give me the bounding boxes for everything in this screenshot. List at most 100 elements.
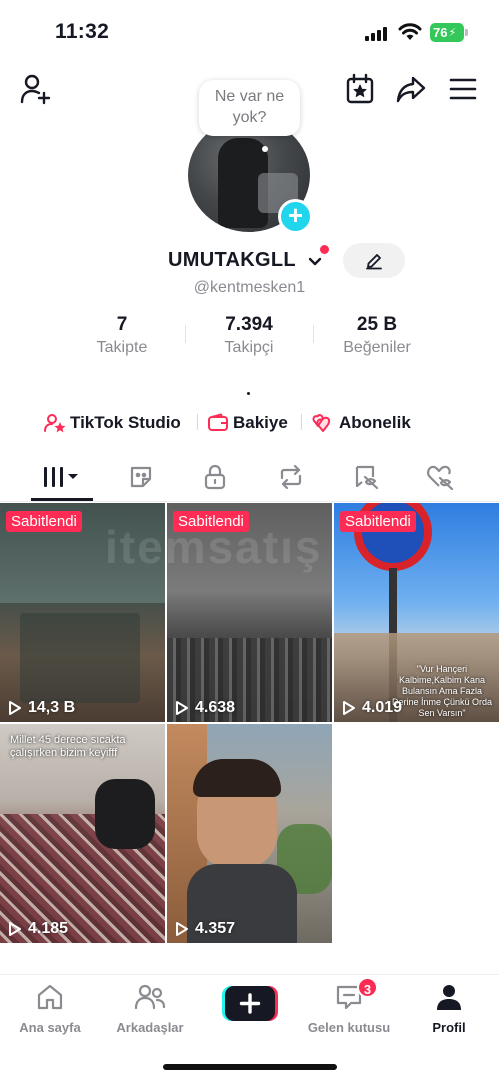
play-icon	[343, 701, 355, 715]
video-views: 4.638	[175, 699, 235, 717]
nav-profile[interactable]: Profil	[399, 983, 499, 1035]
profile-person-icon	[437, 985, 461, 1010]
tile-background-person	[95, 779, 155, 849]
status-time: 11:32	[55, 20, 110, 43]
tab-liked[interactable]	[410, 454, 472, 500]
tab-videos[interactable]	[31, 454, 93, 500]
home-indicator	[163, 1064, 337, 1070]
bio-text	[247, 392, 250, 395]
hamburger-menu-icon	[449, 78, 477, 100]
video-caption: Millet 45 derece sıcakta çalışırken bizi…	[10, 734, 126, 759]
cellular-signal-icon	[365, 27, 389, 41]
active-tab-indicator	[31, 498, 93, 501]
watermark: itemsatış	[105, 521, 323, 573]
link-separator	[301, 414, 302, 430]
video-views: 4.185	[8, 920, 68, 938]
play-icon	[176, 922, 188, 936]
video-views-count: 4.638	[195, 699, 236, 716]
stat-likes-label: Beğeniler	[343, 339, 411, 356]
menu-button[interactable]	[446, 72, 480, 106]
tiktok-studio-label: TikTok Studio	[70, 413, 181, 432]
wifi-icon	[398, 23, 422, 40]
tab-tagged[interactable]	[336, 454, 398, 500]
video-views: 14,3 B	[8, 699, 75, 717]
play-icon	[176, 701, 188, 715]
inbox-badge: 3	[357, 977, 378, 998]
balance-link[interactable]: Bakiye	[207, 412, 288, 434]
share-profile-button[interactable]	[394, 72, 428, 106]
add-story-button[interactable]: +	[278, 199, 313, 234]
stat-likes-value: 25 B	[356, 314, 398, 335]
link-separator	[197, 414, 198, 430]
video-tile[interactable]: Millet 45 derece sıcakta çalışırken bizi…	[0, 724, 165, 943]
tab-private[interactable]	[184, 454, 246, 500]
video-tile[interactable]: Sabitlendi "Vur Hançeri Kalbime,Kalbim K…	[334, 503, 499, 722]
note-bubble-tail	[262, 146, 268, 152]
video-tile[interactable]: 4.357	[167, 724, 332, 943]
status-bar: 11:32 76 ⚡	[0, 0, 499, 60]
create-button[interactable]	[222, 986, 278, 1021]
tiktok-studio-link[interactable]: TikTok Studio	[44, 412, 181, 434]
stat-divider	[313, 325, 314, 343]
edit-profile-button[interactable]	[343, 243, 405, 278]
video-views-count: 4.019	[362, 699, 403, 716]
nav-inbox[interactable]: Gelen kutusu	[299, 983, 399, 1035]
video-views-count: 4.357	[195, 920, 236, 937]
tab-reposts[interactable]	[260, 454, 322, 500]
balance-label: Bakiye	[233, 413, 288, 432]
subscription-link[interactable]: Abonelik	[311, 412, 411, 434]
stat-following[interactable]: 7 Takipte	[62, 314, 182, 357]
tab-sticker[interactable]	[110, 454, 172, 500]
tagged-hidden-icon	[355, 465, 379, 490]
battery-indicator: 76 ⚡	[430, 23, 464, 42]
home-icon	[37, 984, 63, 1010]
add-friend-button[interactable]	[18, 72, 52, 106]
battery-level: 76	[433, 25, 448, 40]
stat-followers-label: Takipçi	[224, 339, 274, 356]
note-bubble[interactable]: Ne var ne yok?	[199, 80, 300, 136]
friends-icon	[134, 984, 166, 1010]
nav-home[interactable]: Ana sayfa	[0, 983, 100, 1035]
chevron-down-icon[interactable]	[307, 253, 323, 269]
nav-friends[interactable]: Arkadaşlar	[100, 983, 200, 1035]
pencil-icon	[366, 253, 382, 269]
username[interactable]: UMUTAKGLL	[168, 249, 296, 272]
stat-following-value: 7	[116, 314, 128, 335]
video-views: 4.357	[175, 920, 235, 938]
pinned-badge: Sabitlendi	[340, 511, 416, 532]
nav-home-label: Ana sayfa	[19, 1020, 81, 1035]
share-arrow-icon	[396, 76, 426, 103]
video-views-count: 14,3 B	[28, 699, 76, 716]
stat-likes[interactable]: 25 B Beğeniler	[317, 314, 437, 357]
wallet-icon	[208, 413, 228, 431]
person-star-icon	[44, 414, 66, 433]
profile-handle: @kentmesken1	[193, 279, 306, 296]
stat-divider	[185, 325, 186, 343]
video-caption: "Vur Hançeri Kalbime,Kalbim Kana Bulansı…	[391, 664, 493, 718]
tile-background-hair	[193, 759, 281, 797]
add-person-icon	[20, 74, 51, 105]
subscription-hearts-icon	[312, 414, 331, 432]
creator-calendar-button[interactable]	[343, 72, 377, 106]
stat-following-label: Takipte	[96, 339, 148, 356]
play-icon	[9, 922, 21, 936]
sticker-face-icon	[130, 466, 152, 488]
calendar-star-icon	[346, 73, 374, 104]
stat-followers[interactable]: 7.394 Takipçi	[189, 314, 309, 357]
notification-dot	[320, 245, 329, 254]
subscription-label: Abonelik	[339, 413, 411, 432]
liked-hidden-icon	[427, 465, 454, 490]
video-views-count: 4.185	[28, 920, 69, 937]
play-icon	[9, 701, 21, 715]
stat-followers-value: 7.394	[225, 314, 273, 335]
grid-bars-icon	[44, 467, 78, 487]
nav-profile-label: Profil	[432, 1020, 466, 1035]
tile-background-door	[20, 613, 140, 703]
pinned-badge: Sabitlendi	[6, 511, 82, 532]
profile-tabs	[0, 454, 499, 502]
nav-friends-label: Arkadaşlar	[116, 1020, 184, 1035]
battery-tip	[465, 29, 468, 36]
lock-icon	[204, 464, 226, 490]
nav-inbox-label: Gelen kutusu	[307, 1020, 391, 1035]
video-views: 4.019	[342, 699, 402, 717]
